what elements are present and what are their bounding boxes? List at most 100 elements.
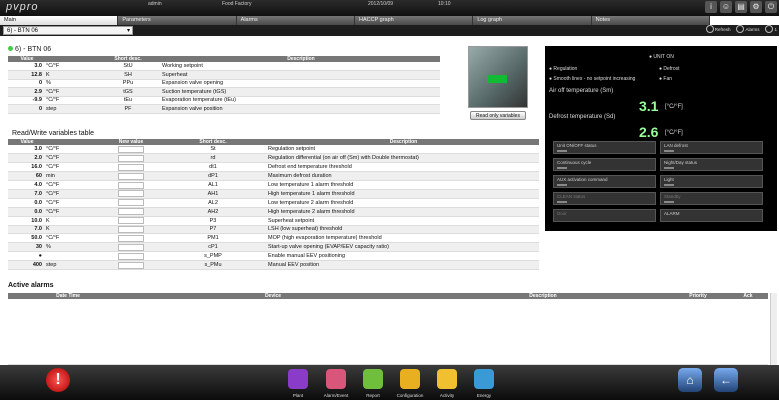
description-cell: Working setpoint (162, 62, 440, 71)
short-desc-cell: s_PMu (158, 260, 268, 270)
short-desc-cell: PF (94, 104, 162, 114)
new-value-input[interactable] (118, 243, 144, 251)
site-label: Food Factory (222, 1, 252, 7)
tab-log-graph[interactable]: Log graph (473, 16, 592, 25)
alarm-button[interactable]: ALARM (660, 209, 763, 222)
new-value-cell (104, 260, 158, 270)
alarm-event-icon[interactable] (326, 369, 346, 389)
alarms-list (8, 301, 768, 365)
alarm-alert-icon[interactable]: ! (46, 368, 70, 392)
new-value-input[interactable] (118, 208, 144, 216)
value-cell: 0.0 (8, 198, 46, 208)
configuration-icon[interactable] (400, 369, 420, 389)
new-value-input[interactable] (118, 163, 144, 171)
value-cell: 4.0 (8, 180, 46, 190)
readonly-row: -9.9 °C/°F tEu Evaporation temperature (tEu… (8, 96, 440, 105)
alarms-scrollbar[interactable] (770, 293, 777, 365)
short-desc-cell: AL1 (158, 180, 268, 190)
new-value-input[interactable] (118, 190, 144, 198)
air-off-unit: [°C/°F] (665, 104, 683, 110)
new-value-input[interactable] (118, 145, 144, 153)
description-cell: High temperature 1 alarm threshold (268, 189, 539, 199)
read-only-variables-button[interactable]: Read only variables (470, 111, 526, 120)
tab-alarms[interactable]: Alarms (236, 16, 355, 25)
extra-button[interactable]: 1 (765, 25, 777, 33)
alarms-button[interactable]: Alarms (736, 25, 759, 33)
description-cell: Expansion valve position (162, 104, 440, 114)
defrost-temp-unit: [°C/°F] (665, 130, 683, 136)
short-desc-cell: AL2 (158, 198, 268, 208)
description-cell: Enable manual EEV positioning (268, 251, 539, 262)
activity-icon[interactable] (437, 369, 457, 389)
rw-row: 50.0 °C/°F PM1 MOP (high evaporation temper… (8, 233, 539, 244)
aux-activation-button[interactable]: AUX activation command (553, 175, 656, 188)
tab-main[interactable]: Main (0, 16, 119, 25)
tab-parameters[interactable]: Parameters (118, 16, 237, 25)
new-value-cell (104, 153, 158, 164)
save-icon[interactable]: ▤ (735, 1, 747, 13)
rw-table: Value New value Short desc. Description … (8, 139, 539, 270)
device-image (468, 46, 528, 108)
plant-icon[interactable] (288, 369, 308, 389)
description-cell: Superheat setpoint (268, 216, 539, 226)
new-value-cell (104, 189, 158, 199)
active-alarms-table: Date Time Device Description Priority Ac… (8, 293, 768, 299)
door-button[interactable]: Door (553, 209, 656, 222)
tab-notes[interactable]: Notes (591, 16, 710, 25)
standby-button[interactable]: Standby (660, 192, 763, 205)
lan-defrost-button[interactable]: LAN defrost (660, 141, 763, 154)
short-desc-cell: s_PMP (158, 251, 268, 262)
time-label: 10:10 (438, 1, 451, 7)
energy-icon[interactable] (474, 369, 494, 389)
refresh-button[interactable]: Refresh (705, 25, 730, 33)
user-icon[interactable]: ☺ (720, 1, 732, 13)
description-cell: Manual EEV position (268, 260, 539, 270)
night-day-button[interactable]: Night/Day status (660, 158, 763, 171)
rw-row: 0.0 °C/°F AH2 High temperature 2 alarm thre… (8, 207, 539, 217)
new-value-input[interactable] (118, 252, 144, 260)
info-icon[interactable]: i (705, 1, 717, 13)
date-label: 2012/10/09 (368, 1, 394, 7)
new-value-input[interactable] (118, 217, 144, 225)
value-cell: 0 (8, 104, 46, 114)
back-icon[interactable]: ← (714, 368, 738, 392)
short-desc-cell: StU (94, 62, 162, 71)
value-cell: 60 (8, 171, 46, 182)
new-value-cell (104, 242, 158, 253)
short-desc-cell: rd (158, 153, 268, 164)
continuous-cycle-button[interactable]: Continuous cycle (553, 158, 656, 171)
unit-cell: °C/°F (46, 189, 104, 199)
fan-status: ● Fan (659, 76, 673, 82)
short-desc-cell: SH (94, 70, 162, 80)
light-button[interactable]: Light (660, 175, 763, 188)
top-bar: pvpro admin Food Factory 2012/10/09 10:1… (0, 0, 779, 16)
settings-icon[interactable]: ⚙ (750, 1, 762, 13)
logout-icon[interactable]: ⏻ (765, 1, 777, 13)
unit-cell: °C/°F (46, 162, 104, 173)
tab-haccp-graph[interactable]: HACCP graph (354, 16, 474, 25)
new-value-input[interactable] (118, 225, 144, 233)
alarm-event-label: Alarm/Event (323, 393, 349, 398)
new-value-input[interactable] (118, 234, 144, 242)
smooth-lines-status: ● Smooth lines - no setpoint increasing (549, 76, 636, 82)
home-icon[interactable]: ⌂ (678, 368, 702, 392)
readonly-row: 12.8 K SH Superheat (8, 70, 440, 80)
col-description: Description (418, 293, 668, 299)
new-value-input[interactable] (118, 154, 144, 162)
gear-icon (765, 25, 774, 33)
unit-cell: °C/°F (46, 96, 94, 105)
new-value-input[interactable] (118, 172, 144, 180)
new-value-input[interactable] (118, 261, 144, 269)
configuration-label: Configuration (396, 393, 424, 398)
rw-row: 10.0 K P3 Superheat setpoint (8, 216, 539, 226)
device-selector[interactable]: 6) - BTN 06 (3, 26, 133, 35)
new-value-input[interactable] (118, 181, 144, 189)
short-desc-cell: PPu (94, 79, 162, 88)
clean-status-button[interactable]: CLEAN status (553, 192, 656, 205)
unit-onoff-button[interactable]: Unit ON/OFF status (553, 141, 656, 154)
rw-row: 16.0 °C/°F dt1 Defrost end temperature thre… (8, 162, 539, 173)
defrost-temp-label: Defrost temperature (Sd) (549, 114, 616, 120)
new-value-input[interactable] (118, 199, 144, 207)
value-cell: 0 (8, 79, 46, 88)
report-icon[interactable] (363, 369, 383, 389)
